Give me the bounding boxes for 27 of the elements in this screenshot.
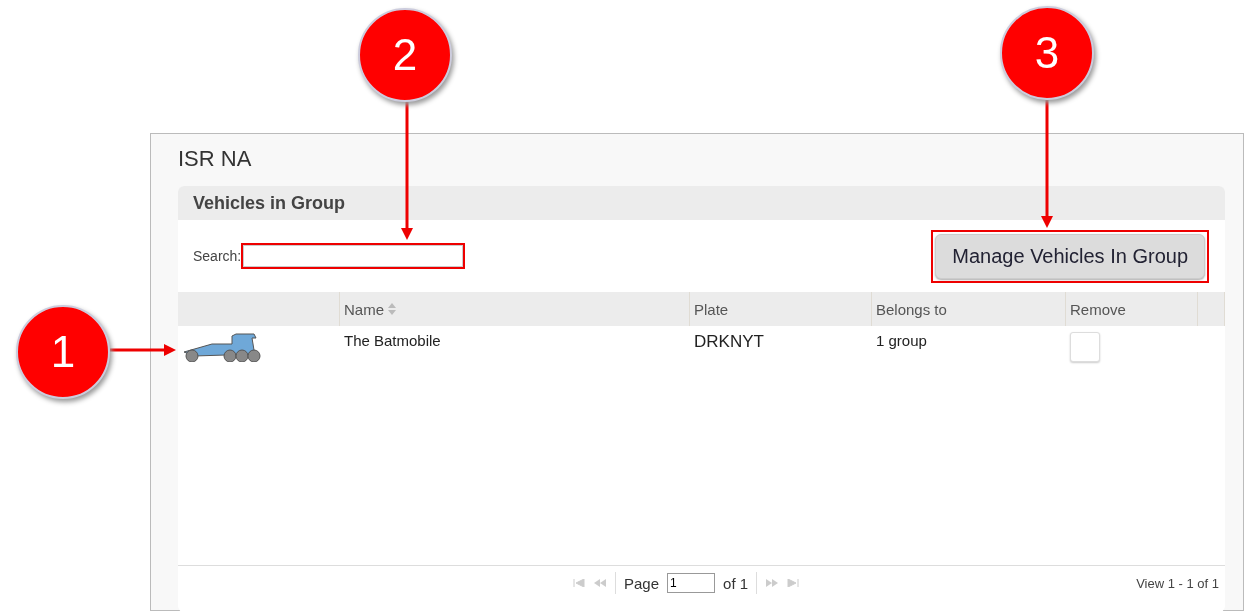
- table-cell-text: The Batmobile: [343, 332, 442, 349]
- window-title: ISR NA: [178, 146, 253, 173]
- page-label: Page: [624, 574, 660, 592]
- page-field[interactable]: 1: [667, 573, 716, 593]
- column-header[interactable]: Plate: [694, 300, 729, 318]
- previous-page-icon[interactable]: [593, 579, 607, 587]
- first-page-icon[interactable]: [573, 579, 585, 587]
- callout-badge: 1: [16, 305, 110, 399]
- callout-badge: 3: [1000, 6, 1094, 100]
- search-field[interactable]: [243, 245, 464, 267]
- record-count: View 1 - 1 of 1: [1136, 575, 1219, 591]
- next-page-icon[interactable]: [765, 579, 780, 587]
- last-page-icon[interactable]: [787, 579, 800, 587]
- search-label: Search:: [193, 248, 242, 264]
- callout-arrow: [110, 344, 176, 356]
- remove-checkbox[interactable]: [1070, 332, 1100, 362]
- table-cell-text: DRKNYT: [693, 332, 765, 352]
- sort-icon[interactable]: [388, 303, 396, 315]
- grader-icon: [182, 332, 262, 362]
- column-header[interactable]: Remove: [1070, 300, 1126, 318]
- column-header[interactable]: Belongs to: [876, 300, 947, 318]
- section-title: Vehicles in Group: [193, 192, 346, 214]
- page-count: of 1: [723, 574, 749, 592]
- table-cell-text: 1 group: [875, 332, 928, 349]
- column-header[interactable]: Name: [344, 300, 396, 318]
- manage-vehicles-button[interactable]: Manage Vehicles In Group: [935, 233, 1205, 279]
- callout-badge: 2: [358, 8, 452, 102]
